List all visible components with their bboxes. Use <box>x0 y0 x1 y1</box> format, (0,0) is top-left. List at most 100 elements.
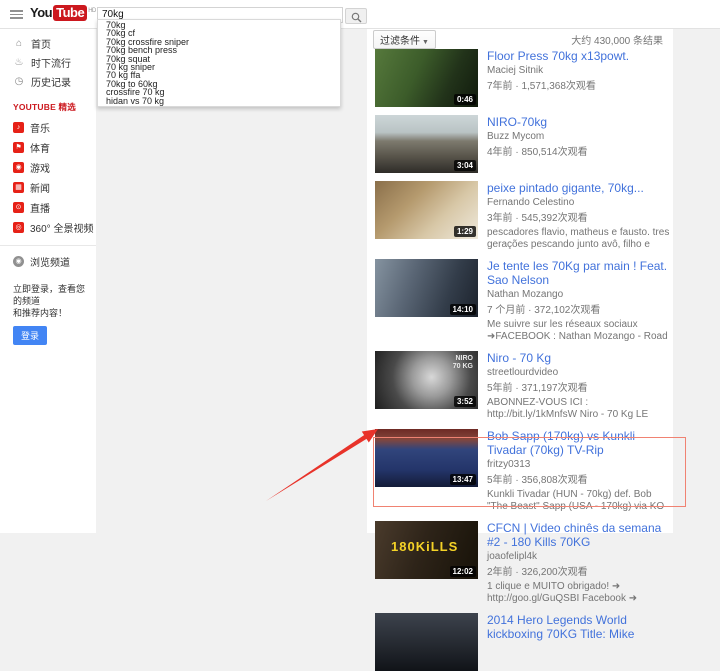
search-result: 2014 Hero Legends World kickboxing 70KG … <box>375 613 673 671</box>
results-header: 过滤条件 ▼ 大约 430,000 条结果 <box>367 28 673 49</box>
channel-name-link[interactable]: joaofelipl4k <box>487 551 672 562</box>
video-duration-badge: 1:29 <box>453 226 476 237</box>
video-thumbnail[interactable]: NIRO 70 KG 3:52 <box>375 351 478 409</box>
video-thumbnail[interactable] <box>375 613 478 671</box>
video-meta: 3年前 · 545,392次观看 <box>487 213 588 224</box>
sidebar-item-home[interactable]: ⌂ 首页 <box>0 34 96 53</box>
gaming-icon: ◉ <box>13 161 24 173</box>
channel-name-link[interactable]: streetlourdvideo <box>487 367 672 378</box>
channel-name-link[interactable]: Fernando Celestino <box>487 197 672 208</box>
channel-name-link[interactable]: Maciej Sitnik <box>487 65 672 76</box>
history-icon: ◷ <box>14 76 24 87</box>
search-button[interactable] <box>345 8 367 24</box>
video-thumbnail[interactable]: 180KiLLS 12:02 <box>375 521 478 579</box>
video-description: ABONNEZ-VOUS ICI : http://bit.ly/1kMnfsW… <box>487 397 649 420</box>
search-icon <box>351 12 361 22</box>
video-duration-badge: 3:52 <box>453 396 476 407</box>
search-results-panel: 过滤条件 ▼ 大约 430,000 条结果 0:46 Floor Press 70k… <box>367 28 673 671</box>
search-result: NIRO 70 KG 3:52 Niro - 70 Kg streetlourdvid… <box>375 351 673 421</box>
video-title-link[interactable]: 2014 Hero Legends World kickboxing 70KG … <box>487 613 672 641</box>
signin-button[interactable]: 登录 <box>13 326 48 345</box>
video-title-link[interactable]: Bob Sapp (170kg) vs Kunkli Tivadar (70kg… <box>487 429 672 457</box>
sidebar-section-label: YOUTUBE 精选 <box>13 102 76 112</box>
results-count: 大约 430,000 条结果 <box>571 35 663 47</box>
sidebar-item-label: 游戏 <box>30 163 50 175</box>
sidebar-item-news[interactable]: ▦ 新闻 <box>0 177 96 197</box>
search-result: 3:04 NIRO-70kg Buzz Mycom 4年前 · 850,514次观看 <box>375 115 673 173</box>
chevron-down-icon: ▼ <box>422 38 429 46</box>
sidebar-item-label: 首页 <box>31 40 51 51</box>
channel-name-link[interactable]: fritzy0313 <box>487 459 672 470</box>
hamburger-menu-icon[interactable] <box>10 10 23 19</box>
thumbnail-overlay-text: NIRO 70 KG <box>452 355 473 370</box>
search-result: 1:29 peixe pintado gigante, 70kg... Fernan… <box>375 181 673 251</box>
video-thumbnail[interactable]: 0:46 <box>375 49 478 107</box>
video-description: pescadores flavio, matheus e fausto. tre… <box>487 227 670 250</box>
video-title-link[interactable]: Floor Press 70kg x13powt. <box>487 49 672 63</box>
video-meta: 5年前 · 356,808次观看 <box>487 475 588 486</box>
channel-name-link[interactable]: Nathan Mozango <box>487 289 672 300</box>
youtube-logo[interactable]: You Tube HD <box>30 5 96 21</box>
video-thumbnail[interactable]: 13:47 <box>375 429 478 487</box>
sidebar-item-360-video[interactable]: ◎ 360° 全景视频 <box>0 217 96 237</box>
video-meta: 2年前 · 326,200次观看 <box>487 567 588 578</box>
video-title-link[interactable]: CFCN | Video chinês da semana #2 - 180 K… <box>487 521 672 549</box>
sidebar-item-label: 体育 <box>30 143 50 155</box>
sidebar-item-label: 时下流行 <box>31 59 71 70</box>
video-duration-badge: 13:47 <box>449 474 476 485</box>
video-duration-badge: 0:46 <box>453 94 476 105</box>
music-icon: ♪ <box>13 121 24 133</box>
video-description: Kunkli Tivadar (HUN - 70kg) def. Bob "Th… <box>487 489 665 512</box>
video-title-link[interactable]: NIRO-70kg <box>487 115 672 129</box>
signin-promo-text: 立即登录，查看您的频道 和推荐内容！ <box>13 284 86 318</box>
sidebar-item-sports[interactable]: ⚑ 体育 <box>0 137 96 157</box>
video-meta: 7 个月前 · 372,102次观看 <box>487 305 601 316</box>
sidebar-item-label: 浏览频道 <box>30 258 70 269</box>
news-icon: ▦ <box>13 181 24 193</box>
search-result: 180KiLLS 12:02 CFCN | Video chinês da sema… <box>375 521 673 605</box>
sidebar-divider <box>0 245 96 246</box>
logo-you-text: You <box>30 5 53 20</box>
sidebar-item-history[interactable]: ◷ 历史记录 <box>0 72 96 91</box>
video-title-link[interactable]: Je tente les 70Kg par main ! Feat. Sao N… <box>487 259 672 287</box>
browse-channels-icon: ◉ <box>13 256 24 267</box>
sidebar-item-label: 音乐 <box>30 123 50 135</box>
video-meta: 7年前 · 1,571,368次观看 <box>487 81 596 92</box>
sidebar-item-label: 历史记录 <box>31 78 71 89</box>
sidebar-item-label: 360° 全景视频 <box>30 223 94 235</box>
sidebar-item-gaming[interactable]: ◉ 游戏 <box>0 157 96 177</box>
sidebar-item-browse-channels[interactable]: ◉ 浏览频道 <box>0 252 96 271</box>
search-result: 14:10 Je tente les 70Kg par main ! Feat. … <box>375 259 673 343</box>
video-title-link[interactable]: peixe pintado gigante, 70kg... <box>487 181 672 195</box>
video-description: 1 clique e MUITO obrigado! ➜ http://goo.… <box>487 581 638 604</box>
360-video-icon: ◎ <box>13 221 24 233</box>
search-suggestions-dropdown: 70kg 70kg cf 70kg crossfire sniper 70kg ben… <box>97 19 341 108</box>
video-duration-badge: 3:04 <box>453 160 476 171</box>
sports-icon: ⚑ <box>13 141 24 153</box>
sidebar-item-trending[interactable]: ♨ 时下流行 <box>0 53 96 72</box>
video-meta: 4年前 · 850,514次观看 <box>487 147 588 158</box>
search-result: 0:46 Floor Press 70kg x13powt. Maciej Sitn… <box>375 49 673 107</box>
logo-badge: HD <box>88 7 96 14</box>
sidebar-item-music[interactable]: ♪ 音乐 <box>0 117 96 137</box>
search-suggestion[interactable]: hidan vs 70 kg <box>98 96 340 105</box>
video-duration-badge: 14:10 <box>449 304 476 315</box>
sidebar-item-live[interactable]: ⊙ 直播 <box>0 197 96 217</box>
search-result: 13:47 Bob Sapp (170kg) vs Kunkli Tivadar … <box>375 429 673 513</box>
home-icon: ⌂ <box>15 38 23 49</box>
video-thumbnail[interactable]: 14:10 <box>375 259 478 317</box>
video-meta: 5年前 · 371,197次观看 <box>487 383 588 394</box>
logo-tube-text: Tube <box>53 5 88 21</box>
video-description: Me suivre sur les réseaux sociaux ➜FACEB… <box>487 319 668 342</box>
video-thumbnail[interactable]: 1:29 <box>375 181 478 239</box>
video-thumbnail[interactable]: 3:04 <box>375 115 478 173</box>
filter-button[interactable]: 过滤条件 ▼ <box>373 29 436 49</box>
video-duration-badge: 12:02 <box>449 566 476 577</box>
thumbnail-overlay-text: 180KiLLS <box>391 539 459 554</box>
sidebar-item-label: 直播 <box>30 203 50 215</box>
channel-name-link[interactable]: Buzz Mycom <box>487 131 672 142</box>
live-icon: ⊙ <box>13 201 24 213</box>
sidebar: ⌂ 首页 ♨ 时下流行 ◷ 历史记录 YOUTUBE 精选 ♪ 音乐 ⚑ 体育 ◉ 游戏 ▦ 新闻 ⊙ 直播… <box>0 28 96 533</box>
video-title-link[interactable]: Niro - 70 Kg <box>487 351 672 365</box>
trending-icon: ♨ <box>14 57 24 68</box>
